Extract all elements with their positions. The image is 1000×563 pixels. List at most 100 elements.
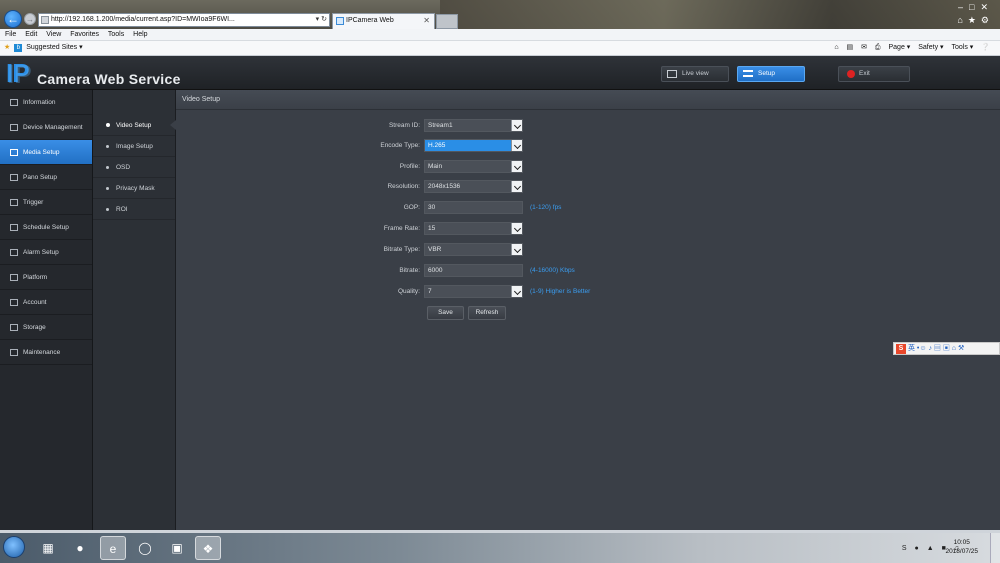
gop-input[interactable]: 30 [424,201,523,214]
chevron-down-icon[interactable] [511,244,522,255]
chevron-down-icon[interactable] [511,223,522,234]
gear-icon [10,124,18,131]
sidebar-item-maintenance[interactable]: Maintenance [0,340,92,365]
resolution-select[interactable]: 2048x1536 [424,180,523,193]
sidebar-item-storage[interactable]: Storage [0,315,92,340]
sidebar-item-label: Account [23,299,47,306]
sidebar-item-information[interactable]: Information [0,90,92,115]
platform-icon [10,274,18,281]
clock-date: 2018/07/25 [945,548,978,555]
show-desktop-button[interactable] [990,533,1000,563]
chevron-down-icon[interactable] [511,120,522,131]
bitrate-type-label: Bitrate Type: [383,246,420,253]
feeds-icon[interactable]: ▤ [847,44,854,51]
menu-view[interactable]: View [46,31,61,38]
save-button[interactable]: Save [427,306,464,320]
power-icon [847,70,855,78]
taskbar-clock[interactable]: 10:05 2018/07/25 [945,538,978,556]
live-view-button[interactable]: Live view [661,66,729,82]
content-panel: Video Setup Stream ID: Stream1 Encode Ty… [176,90,1000,530]
folder-icon[interactable]: ▣ [164,536,190,560]
ime-icons[interactable]: 英 •☺ ♪ ▤ ▣ ⌂ ⚒ [908,345,964,352]
help-icon[interactable]: ❔ [981,44,990,51]
stream-id-select[interactable]: Stream1 [424,119,523,132]
sidebar-item-alarm-setup[interactable]: Alarm Setup [0,240,92,265]
schedule-icon [10,224,18,231]
menu-file[interactable]: File [5,31,16,38]
browser-tab[interactable]: IPCamera Web ✕ [332,13,435,29]
subnav-item-video-setup[interactable]: Video Setup [93,115,176,136]
address-bar[interactable]: http://192.168.1.200/media/current.asp?I… [38,13,330,27]
subnav-label: Privacy Mask [116,185,155,192]
ime-toolbar[interactable]: S 英 •☺ ♪ ▤ ▣ ⌂ ⚒ [893,342,1000,355]
address-controls[interactable]: ▾ ↻ [313,14,327,26]
subnav-item-osd[interactable]: OSD [93,157,175,178]
subnav-item-image-setup[interactable]: Image Setup [93,136,175,157]
setup-label: Setup [758,70,775,77]
window-controls[interactable]: –□✕ [958,2,994,13]
sidebar-item-trigger[interactable]: Trigger [0,190,92,215]
logo-ip-shadow: IP [7,59,32,89]
start-button-icon[interactable] [3,536,25,558]
print-icon[interactable]: ⎙ [875,44,881,51]
chevron-down-icon[interactable] [511,140,522,151]
bitrate-label: Bitrate: [399,267,420,274]
safety-menu[interactable]: Safety ▾ [918,44,943,51]
profile-label: Profile: [399,163,420,170]
sidebar-item-label: Device Management [23,124,83,131]
menu-help[interactable]: Help [133,31,147,38]
exit-label: Exit [859,70,870,77]
setup-button[interactable]: Setup [737,66,805,82]
page-menu[interactable]: Page ▾ [888,44,910,51]
bitrate-hint: (4-16000) Kbps [530,267,575,274]
calculator-icon[interactable]: ▦ [35,536,61,560]
trigger-icon [10,199,18,206]
chevron-down-icon[interactable] [511,181,522,192]
sidebar-item-media-setup[interactable]: Media Setup [0,140,92,165]
bitrate-type-select[interactable]: VBR [424,243,523,256]
sogou-icon[interactable]: S [896,344,906,354]
menu-tools[interactable]: Tools [108,31,124,38]
sidebar-item-schedule-setup[interactable]: Schedule Setup [0,215,92,240]
bitrate-input[interactable]: 6000 [424,264,523,277]
qq-icon[interactable]: ● [67,536,93,560]
back-arrow-icon[interactable]: ← [4,10,22,28]
quality-select[interactable]: 7 [424,285,523,298]
browser-alt-icon[interactable]: ◯ [132,536,158,560]
resolution-label: Resolution: [387,183,420,190]
sidebar-item-device-management[interactable]: Device Management [0,115,92,140]
subnav-item-roi[interactable]: ROI [93,199,175,220]
app-icon[interactable]: ❖ [195,536,221,560]
account-icon [10,299,18,306]
sidebar-item-platform[interactable]: Platform [0,265,92,290]
subnav-label: ROI [116,206,128,213]
chevron-down-icon[interactable] [511,161,522,172]
menu-edit[interactable]: Edit [25,31,37,38]
sidebar-item-label: Trigger [23,199,44,206]
forward-arrow-icon[interactable]: → [24,13,36,25]
profile-select[interactable]: Main [424,160,523,173]
close-tab-icon[interactable]: ✕ [423,14,430,28]
bullet-icon [106,123,110,127]
browser-toolbar-icons[interactable]: ⌂★⚙ [957,15,994,26]
bitrate-type-value: VBR [428,246,442,253]
frame-rate-select[interactable]: 15 [424,222,523,235]
suggested-sites-link[interactable]: Suggested Sites ▾ [26,44,82,51]
encode-type-select[interactable]: H.265 [424,139,523,152]
chevron-down-icon[interactable] [511,286,522,297]
tools-menu[interactable]: Tools ▾ [952,44,974,51]
menu-favorites[interactable]: Favorites [70,31,99,38]
refresh-button[interactable]: Refresh [468,306,506,320]
quality-value: 7 [428,288,432,295]
new-tab-button[interactable] [436,14,458,29]
mail-icon[interactable]: ✉ [861,44,867,51]
favorites-star-icon[interactable]: ★ [4,44,10,51]
sidebar-item-pano-setup[interactable]: Pano Setup [0,165,92,190]
exit-button[interactable]: Exit [838,66,910,82]
internet-explorer-icon[interactable]: e [100,536,126,560]
subnav-item-privacy-mask[interactable]: Privacy Mask [93,178,175,199]
sidebar-item-account[interactable]: Account [0,290,92,315]
home-icon[interactable]: ⌂ [834,44,838,51]
tab-favicon-icon [336,17,344,25]
bitrate-value: 6000 [428,267,443,274]
